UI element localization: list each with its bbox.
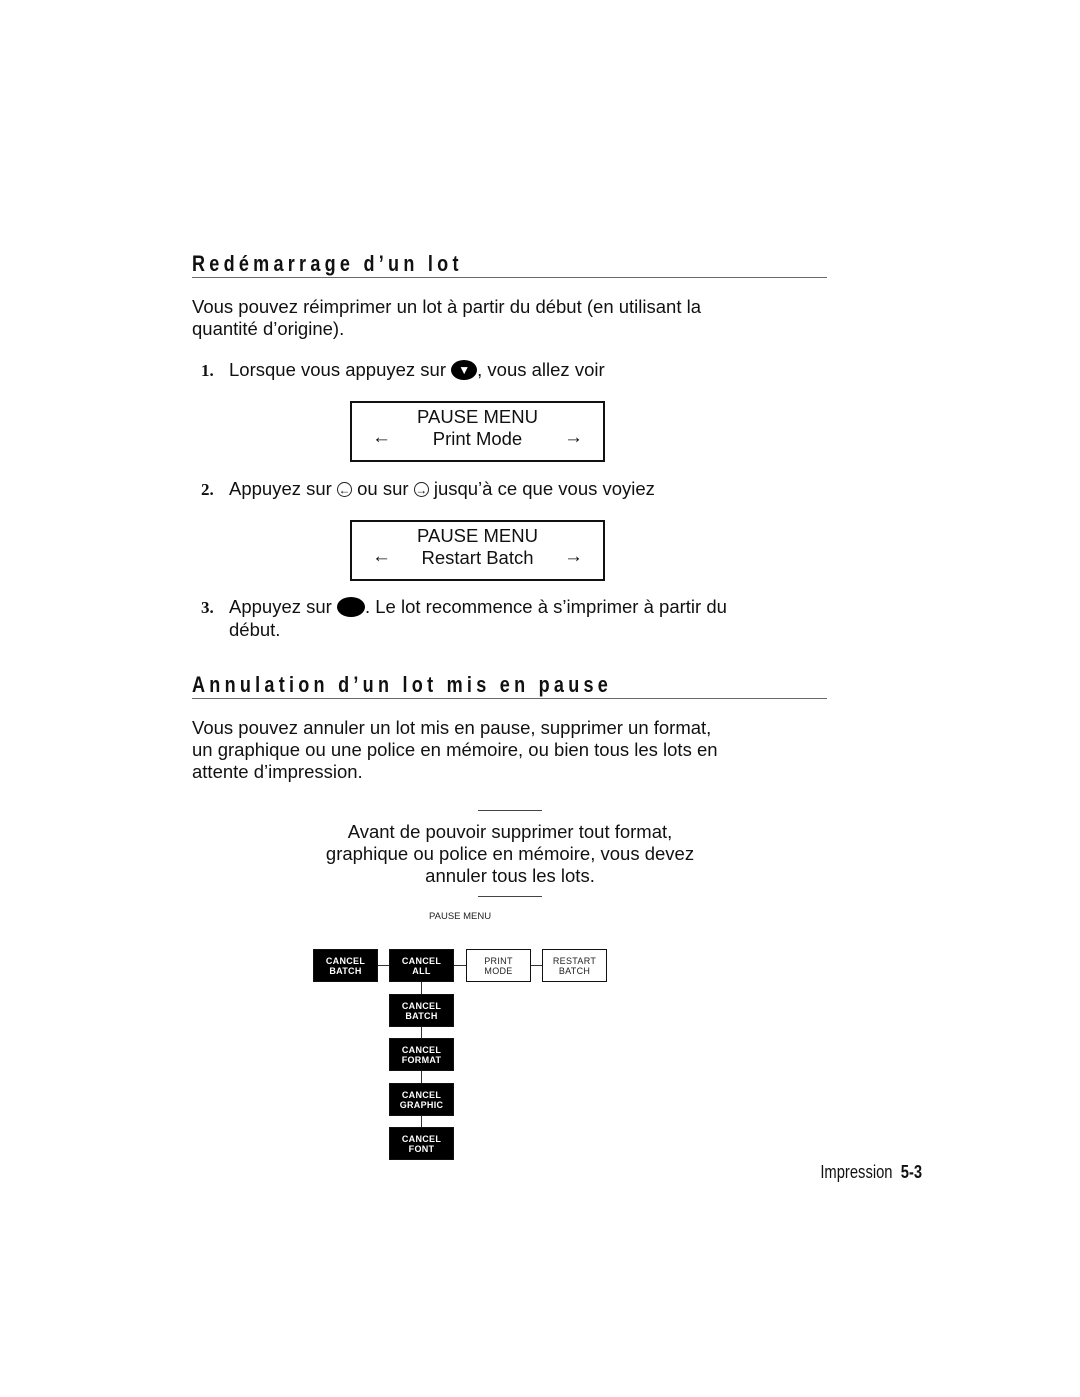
section-heading-restart-batch: Redémarrage d’un lot <box>192 251 463 276</box>
box-label-line2: BATCH <box>329 966 362 976</box>
step-1: 1. Lorsque vous appuyez sur ▼, vous allez… <box>201 359 605 382</box>
right-arrow-icon: → <box>564 427 583 448</box>
section2-intro-line2: un graphique ou une police en mémoire, o… <box>192 739 718 760</box>
step-text: , vous allez voir <box>477 359 605 380</box>
note-line3: annuler tous les lots. <box>425 865 595 886</box>
section2-intro-line1: Vous pouvez annuler un lot mis en pause,… <box>192 717 712 738</box>
box-label-line1: CANCEL <box>401 1090 442 1100</box>
footer-chapter: Impression <box>820 1162 893 1182</box>
box-label-line1: CANCEL <box>325 956 366 966</box>
lcd-line1: PAUSE MENU <box>417 406 538 427</box>
section1-intro: Vous pouvez réimprimer un lot à partir d… <box>192 296 701 340</box>
footer-page-number: 5-3 <box>900 1162 922 1182</box>
heading-rule <box>192 698 827 699</box>
lcd-display-print-mode: PAUSE MENU ← Print Mode → <box>350 401 605 462</box>
note-line1: Avant de pouvoir supprimer tout format, <box>347 821 673 842</box>
box-label-line2: FORMAT <box>401 1055 442 1065</box>
left-arrow-button-icon: ← <box>336 482 352 497</box>
note-rule-bottom <box>478 896 542 897</box>
right-arrow-button-icon: → <box>413 482 429 497</box>
section-heading-cancel-batch: Annulation d’un lot mis en pause <box>192 672 613 697</box>
box-label-line2: GRAPHIC <box>399 1100 444 1110</box>
section1-intro-line2: quantité d’origine). <box>192 318 345 339</box>
step-text: ou sur <box>351 478 414 499</box>
box-label-line1: CANCEL <box>401 956 442 966</box>
step-text-continued: début. <box>229 619 281 640</box>
pause-button-icon: ▼ <box>451 360 478 380</box>
box-label-line2: FONT <box>408 1144 435 1154</box>
lcd-line1: PAUSE MENU <box>417 525 538 546</box>
menu-box-cancel-batch: CANCEL BATCH <box>313 949 378 982</box>
box-label-line1: RESTART <box>552 956 597 966</box>
connector-line <box>454 965 466 966</box>
connector-line <box>530 965 542 966</box>
menu-box-cancel-all: CANCEL ALL <box>389 949 454 982</box>
lcd-display-restart-batch: PAUSE MENU ← Restart Batch → <box>350 520 605 581</box>
box-label-line1: CANCEL <box>401 1134 442 1144</box>
right-arrow-icon: → <box>564 546 583 567</box>
step-text: Lorsque vous appuyez sur <box>229 359 452 380</box>
section2-intro-line3: attente d’impression. <box>192 761 363 782</box>
step-text: . Le lot recommence à s’imprimer à parti… <box>364 596 727 617</box>
page-footer: Impression 5-3 <box>820 1162 922 1183</box>
step-2: 2. Appuyez sur ← ou sur → jusqu’à ce que … <box>201 478 655 501</box>
note: Avant de pouvoir supprimer tout format, … <box>280 821 740 887</box>
submenu-box-cancel-font: CANCEL FONT <box>389 1127 454 1160</box>
box-label-line1: PRINT <box>484 956 513 966</box>
box-label-line1: CANCEL <box>401 1001 442 1011</box>
box-label-line2: BATCH <box>558 966 591 976</box>
heading-rule <box>192 277 827 278</box>
diagram-title: PAUSE MENU <box>429 911 492 922</box>
menu-box-restart-batch: RESTART BATCH <box>542 949 607 982</box>
box-label-line1: CANCEL <box>401 1045 442 1055</box>
box-label-line2: MODE <box>484 966 513 976</box>
box-label-line2: BATCH <box>405 1011 438 1021</box>
step-3: 3. Appuyez sur . Le lot recommence à s’im… <box>201 596 727 641</box>
submenu-box-cancel-format: CANCEL FORMAT <box>389 1038 454 1071</box>
step-number: 2. <box>201 480 214 499</box>
step-text: Appuyez sur <box>229 596 337 617</box>
box-label-line2: ALL <box>412 966 431 976</box>
menu-box-print-mode: PRINT MODE <box>466 949 531 982</box>
step-text: Appuyez sur <box>229 478 337 499</box>
step-number: 1. <box>201 361 214 380</box>
note-rule-top <box>478 810 542 811</box>
enter-button-icon <box>336 597 365 617</box>
section1-intro-line1: Vous pouvez réimprimer un lot à partir d… <box>192 296 702 317</box>
submenu-box-cancel-graphic: CANCEL GRAPHIC <box>389 1083 454 1116</box>
step-text: jusqu’à ce que vous voyiez <box>428 478 655 499</box>
note-line2: graphique ou police en mémoire, vous dev… <box>325 843 695 864</box>
submenu-box-cancel-batch: CANCEL BATCH <box>389 994 454 1027</box>
section2-intro: Vous pouvez annuler un lot mis en pause,… <box>192 717 718 783</box>
step-number: 3. <box>201 598 214 617</box>
